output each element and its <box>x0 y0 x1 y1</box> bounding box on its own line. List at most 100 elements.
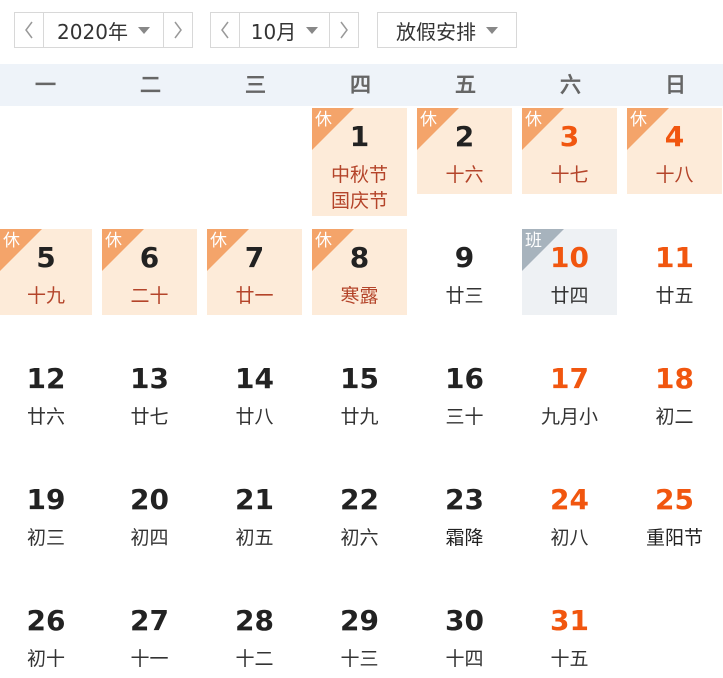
festival-label: 重阳节 <box>645 527 703 549</box>
day-cell-28[interactable]: 28 十二 <box>207 592 302 678</box>
day-cell-23[interactable]: 23 霜降 <box>417 471 512 557</box>
festival-label: 中秋节 <box>330 164 388 186</box>
lunar-date: 十二 <box>235 648 274 670</box>
chevron-right-icon <box>340 21 349 39</box>
day-number: 31 <box>550 604 589 637</box>
day-cell-31[interactable]: 31 十五 <box>522 592 617 678</box>
lunar-date: 十六 <box>445 164 484 186</box>
caret-down-icon <box>137 26 150 34</box>
lunar-date: 二十 <box>130 285 169 307</box>
month-dropdown-label: 10月 <box>250 19 297 44</box>
day-number: 21 <box>235 483 274 516</box>
lunar-date: 初十 <box>26 648 65 670</box>
day-cell-14[interactable]: 14 廿八 <box>207 350 302 436</box>
day-cell-7[interactable]: 休 7 廿一 <box>207 229 302 315</box>
chevron-left-icon <box>220 21 229 39</box>
day-number: 20 <box>130 483 169 516</box>
day-cell-25[interactable]: 25 重阳节 <box>627 471 722 557</box>
holiday-dropdown-label: 放假安排 <box>396 19 476 44</box>
day-cell-22[interactable]: 22 初六 <box>312 471 407 557</box>
weekday-sat: 六 <box>560 73 581 97</box>
day-cell-8[interactable]: 休 8 寒露 <box>312 229 407 315</box>
day-number: 27 <box>130 604 169 637</box>
day-cell-10[interactable]: 班 10 廿四 <box>522 229 617 315</box>
day-cell-30[interactable]: 30 十四 <box>417 592 512 678</box>
day-cell-9[interactable]: 9 廿三 <box>417 229 512 315</box>
weekday-sun: 日 <box>665 73 686 97</box>
day-number: 7 <box>244 241 265 274</box>
day-cell-20[interactable]: 20 初四 <box>102 471 197 557</box>
weekday-wed: 三 <box>245 73 266 97</box>
day-number: 19 <box>26 483 66 516</box>
lunar-date: 廿六 <box>26 406 65 428</box>
lunar-date: 十八 <box>655 164 694 186</box>
day-number: 9 <box>454 241 475 274</box>
lunar-month-label: 九月小 <box>540 406 598 428</box>
solar-term-label: 霜降 <box>445 527 484 549</box>
day-cell-19[interactable]: 19 初三 <box>0 471 92 557</box>
day-number: 14 <box>235 362 274 395</box>
day-cell-17[interactable]: 17 九月小 <box>522 350 617 436</box>
weekday-header: 一 二 三 四 五 六 日 <box>0 64 723 106</box>
lunar-date: 廿九 <box>340 406 379 428</box>
day-number: 23 <box>445 483 484 516</box>
day-number: 26 <box>26 604 66 637</box>
day-cell-13[interactable]: 13 廿七 <box>102 350 197 436</box>
lunar-date: 廿三 <box>445 285 484 307</box>
lunar-date: 三十 <box>445 406 484 428</box>
solar-term-label: 寒露 <box>340 285 379 307</box>
day-cell-15[interactable]: 15 廿九 <box>312 350 407 436</box>
day-number: 15 <box>340 362 379 395</box>
next-month-button[interactable] <box>330 13 358 47</box>
lunar-date: 初四 <box>130 527 169 549</box>
month-selector: 10月 <box>210 12 359 48</box>
day-cell-18[interactable]: 18 初二 <box>627 350 722 436</box>
day-cell-27[interactable]: 27 十一 <box>102 592 197 678</box>
next-year-button[interactable] <box>164 13 192 47</box>
day-cell-12[interactable]: 12 廿六 <box>0 350 92 436</box>
prev-month-button[interactable] <box>211 13 239 47</box>
year-dropdown-label: 2020年 <box>57 19 128 44</box>
day-number: 12 <box>26 362 66 395</box>
lunar-date: 廿四 <box>550 285 589 307</box>
day-cell-4[interactable]: 休 4 十八 <box>627 108 722 194</box>
chevron-right-icon <box>174 21 183 39</box>
day-number: 4 <box>664 120 685 153</box>
prev-year-button[interactable] <box>15 13 43 47</box>
lunar-date: 廿一 <box>235 285 274 307</box>
day-number: 22 <box>340 483 379 516</box>
day-cell-5[interactable]: 休 5 十九 <box>0 229 92 315</box>
day-number: 5 <box>36 241 56 274</box>
day-cell-24[interactable]: 24 初八 <box>522 471 617 557</box>
day-cell-11[interactable]: 11 廿五 <box>627 229 722 315</box>
chevron-left-icon <box>24 21 33 39</box>
day-number: 1 <box>349 120 370 153</box>
day-cell-16[interactable]: 16 三十 <box>417 350 512 436</box>
weekday-mon: 一 <box>35 73 56 97</box>
lunar-date: 初八 <box>550 527 589 549</box>
lunar-date: 廿八 <box>235 406 274 428</box>
day-cell-26[interactable]: 26 初十 <box>0 592 92 678</box>
day-number: 18 <box>655 362 694 395</box>
day-number: 29 <box>340 604 379 637</box>
weekday-tue: 二 <box>140 73 161 97</box>
day-cell-2[interactable]: 休 2 十六 <box>417 108 512 194</box>
day-cell-21[interactable]: 21 初五 <box>207 471 302 557</box>
caret-down-icon <box>306 26 319 34</box>
day-cell-6[interactable]: 休 6 二十 <box>102 229 197 315</box>
day-number: 8 <box>349 241 370 274</box>
year-dropdown[interactable]: 2020年 <box>42 13 165 47</box>
day-number: 10 <box>550 241 589 274</box>
lunar-date: 十四 <box>445 648 484 670</box>
day-cell-29[interactable]: 29 十三 <box>312 592 407 678</box>
day-cell-3[interactable]: 休 3 十七 <box>522 108 617 194</box>
month-dropdown[interactable]: 10月 <box>238 13 331 47</box>
day-number: 24 <box>550 483 589 516</box>
day-cell-1[interactable]: 休 1 中秋节 国庆节 <box>312 108 407 216</box>
lunar-date: 初五 <box>235 527 274 549</box>
day-number: 16 <box>445 362 484 395</box>
calendar-toolbar: 2020年 10月 放假安排 <box>0 0 723 64</box>
day-number: 6 <box>139 241 160 274</box>
holiday-schedule-dropdown[interactable]: 放假安排 <box>377 12 517 48</box>
day-number: 17 <box>550 362 589 395</box>
